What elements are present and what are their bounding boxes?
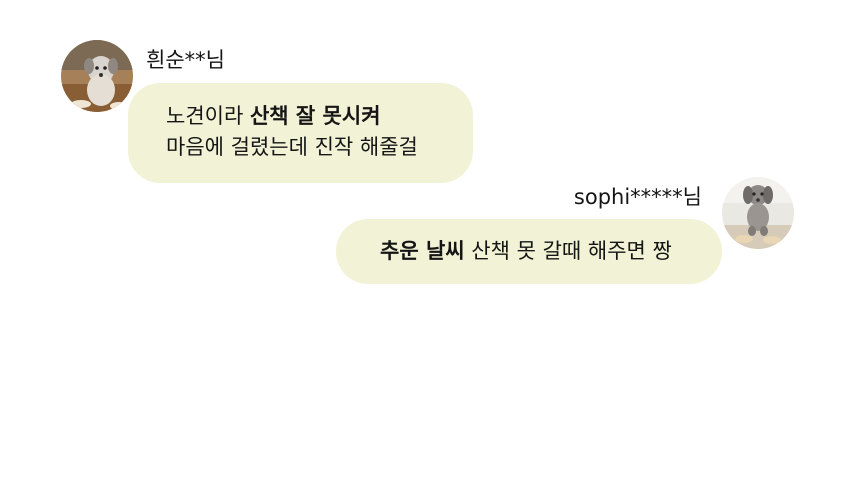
message-text-bold: 산책 잘 못시켜 [249, 104, 381, 128]
message-text: 산책 못 갈때 해주면 짱 [464, 239, 672, 263]
dog-photo-avatar-icon [61, 40, 133, 112]
chat-bubble: 추운 날씨 산책 못 갈때 해주면 짱 [336, 219, 722, 284]
message-text: 노견이라 [166, 104, 250, 128]
chat-bubble: 노견이라 산책 잘 못시켜 마음에 걸렸는데 진작 해줄걸 [128, 83, 473, 183]
username-label: 흰순**님 [146, 48, 225, 72]
user-avatar-2 [722, 177, 794, 249]
username-label: sophi*****님 [573, 185, 702, 209]
message-line: 마음에 걸렸는데 진작 해줄걸 [166, 135, 418, 159]
dog-photo-avatar-icon [722, 177, 794, 249]
message-line: 노견이라 산책 잘 못시켜 [166, 101, 473, 132]
user-avatar-1 [61, 40, 133, 112]
message-text-bold: 추운 날씨 [380, 239, 465, 263]
